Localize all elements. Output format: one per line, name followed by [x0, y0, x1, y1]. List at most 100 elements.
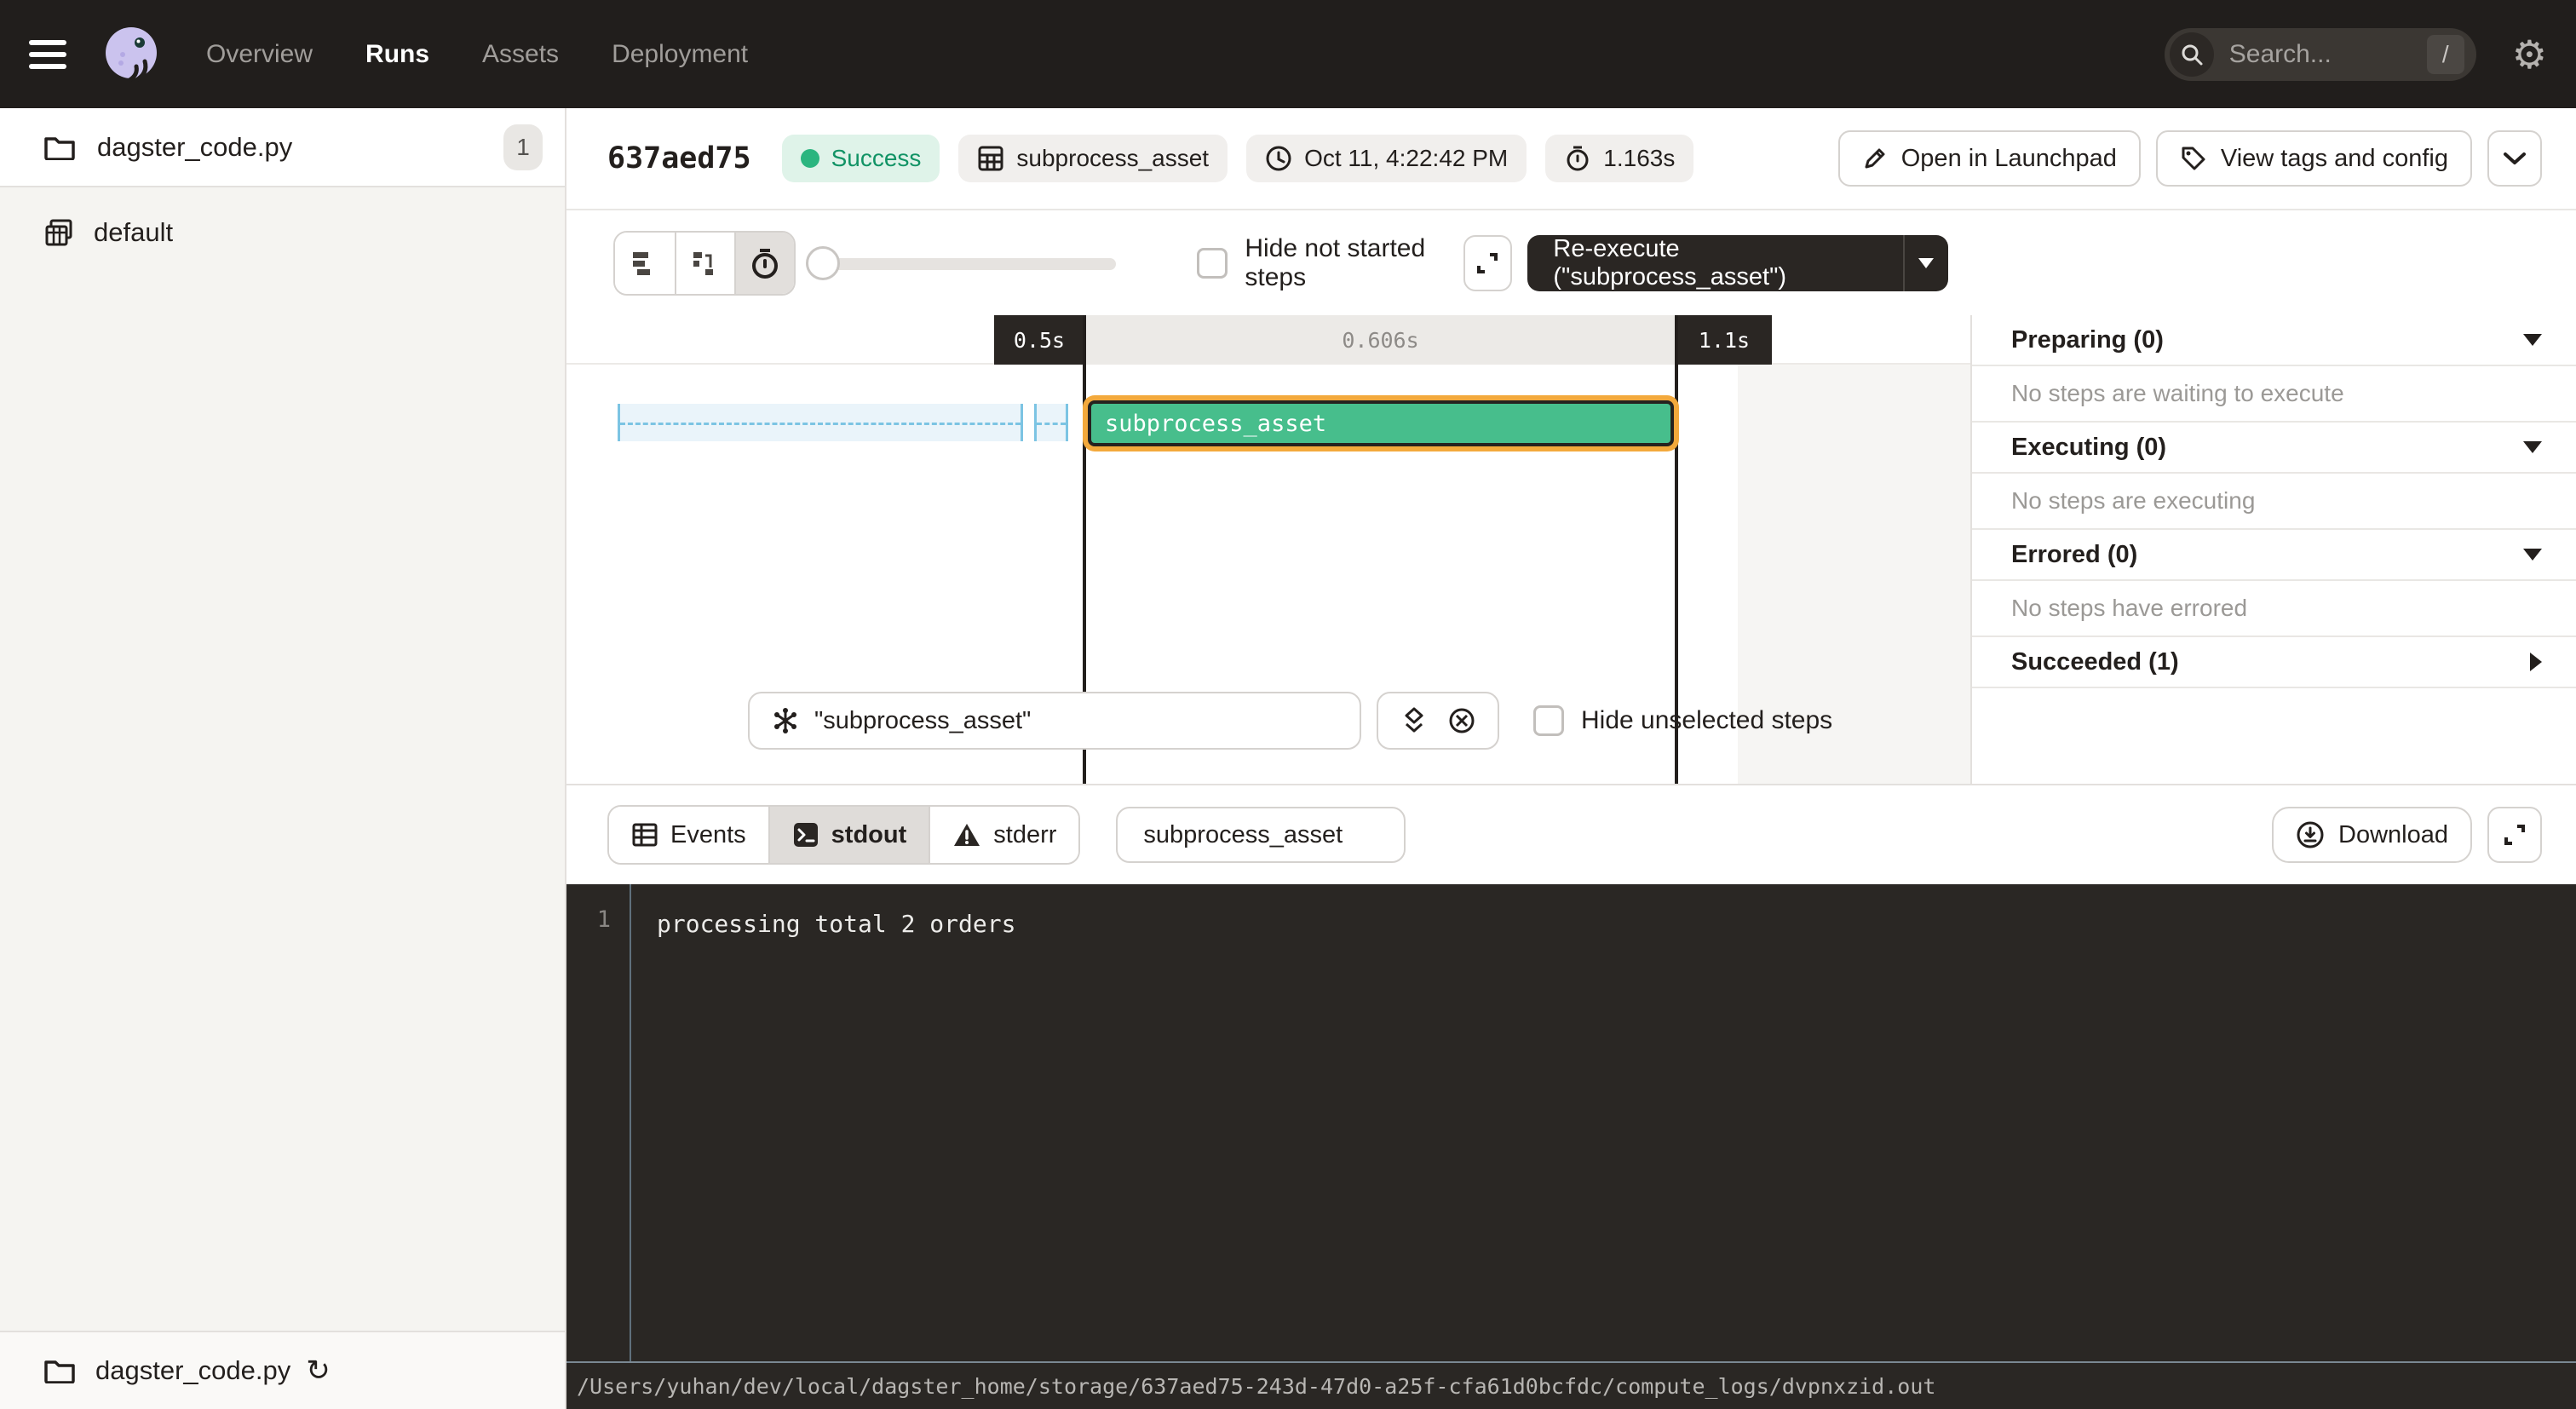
log-step-selector-value: subprocess_asset	[1143, 821, 1343, 849]
layers-icon[interactable]	[1394, 701, 1434, 740]
run-id: 637aed75	[607, 141, 751, 175]
tab-events-label: Events	[670, 821, 746, 849]
expand-icon	[2501, 821, 2528, 848]
chevron-down-icon	[2503, 151, 2527, 166]
timeline-duration-strip: 0.606s	[1084, 315, 1676, 365]
view-tags-config-button[interactable]: View tags and config	[2156, 130, 2472, 187]
view-tags-config-label: View tags and config	[2221, 145, 2448, 173]
section-title: Succeeded (1)	[2011, 648, 2530, 676]
collapse-header-button[interactable]	[2487, 130, 2542, 187]
log-fullscreen-button[interactable]	[2487, 807, 2542, 863]
slider-handle[interactable]	[806, 246, 840, 280]
duration-pill: 1.163s	[1545, 135, 1693, 182]
section-preparing-message: No steps are waiting to execute	[1972, 366, 2576, 423]
caret-down-icon	[1918, 258, 1934, 268]
search-input[interactable]: Search... /	[2165, 28, 2476, 81]
log-toolbar: Events stdout stderr	[566, 785, 2576, 884]
footer-file-label: dagster_code.py	[95, 1355, 290, 1386]
clear-filter-icon[interactable]	[1442, 701, 1481, 740]
line-number: 1	[566, 906, 630, 933]
tab-stdout[interactable]: stdout	[768, 807, 929, 863]
pencil-icon	[1862, 146, 1888, 171]
gantt-fullscreen-button[interactable]	[1463, 235, 1513, 291]
reexecute-dropdown-button[interactable]	[1903, 235, 1948, 291]
main-content: 637aed75 Success subprocess_asset Oct 11…	[566, 108, 2576, 1409]
waterfall-view-icon	[690, 249, 721, 278]
job-grid-icon	[44, 218, 73, 247]
log-gutter: 1	[566, 884, 631, 1361]
tag-icon	[2180, 145, 2207, 172]
download-button[interactable]: Download	[2272, 807, 2472, 863]
gear-icon[interactable]: ⚙	[2512, 35, 2547, 74]
caret-down-icon	[2523, 334, 2542, 346]
asset-tag-label: subprocess_asset	[1016, 145, 1209, 172]
section-executing[interactable]: Executing (0)	[1972, 423, 2576, 474]
hide-unselected-label: Hide unselected steps	[1581, 706, 1832, 735]
section-errored-message: No steps have errored	[1972, 581, 2576, 637]
log-viewer[interactable]: 1 processing total 2 orders	[566, 884, 2576, 1361]
timestamp-pill: Oct 11, 4:22:42 PM	[1246, 135, 1527, 182]
reload-icon[interactable]: ↻	[306, 1354, 331, 1388]
section-title: Errored (0)	[2011, 541, 2523, 569]
top-nav: Overview Runs Assets Deployment Search..…	[0, 0, 2576, 108]
steps-panel: Preparing (0) No steps are waiting to ex…	[1970, 315, 2576, 784]
log-tabs: Events stdout stderr	[607, 805, 1080, 865]
zoom-slider[interactable]	[806, 246, 1116, 280]
hide-unselected-checkbox[interactable]	[1533, 705, 1564, 736]
filter-actions	[1377, 692, 1499, 750]
flat-view-icon	[630, 249, 660, 278]
table-icon	[977, 145, 1004, 172]
section-succeeded[interactable]: Succeeded (1)	[1972, 637, 2576, 688]
menu-icon[interactable]	[29, 40, 66, 69]
waiting-span	[618, 404, 1023, 441]
gantt-chart: 0.606s 0.5s 1.1s subprocess_asset	[566, 315, 1970, 784]
tab-stdout-label: stdout	[831, 821, 907, 849]
timing-view-button[interactable]	[734, 233, 794, 294]
log-step-selector[interactable]: subprocess_asset	[1116, 807, 1406, 863]
section-preparing[interactable]: Preparing (0)	[1972, 315, 2576, 366]
warning-icon	[952, 822, 981, 848]
sidebar-footer: dagster_code.py ↻	[0, 1331, 565, 1409]
sidebar-repo-row[interactable]: dagster_code.py 1	[0, 108, 565, 187]
flat-view-button[interactable]	[615, 233, 675, 294]
download-icon	[2296, 820, 2325, 849]
repo-file-label: dagster_code.py	[97, 132, 503, 163]
waterfall-view-button[interactable]	[675, 233, 734, 294]
timeline-start-marker: 0.5s	[994, 315, 1084, 365]
nav-deployment[interactable]: Deployment	[612, 40, 748, 69]
sidebar-job-default[interactable]: default	[0, 199, 565, 266]
stopwatch-icon	[1564, 145, 1591, 172]
reexecute-button[interactable]: Re-execute ("subprocess_asset")	[1527, 235, 1948, 291]
op-selector-icon	[770, 705, 801, 736]
gantt-step-bar[interactable]: subprocess_asset	[1088, 400, 1674, 446]
run-header: 637aed75 Success subprocess_asset Oct 11…	[566, 108, 2576, 210]
section-message: No steps are waiting to execute	[2011, 380, 2542, 407]
open-in-launchpad-label: Open in Launchpad	[1901, 145, 2117, 173]
tab-stderr[interactable]: stderr	[929, 807, 1078, 863]
section-title: Executing (0)	[2011, 434, 2523, 462]
gantt-filter-row: "subprocess_asset" H	[748, 692, 1832, 750]
dagster-logo-icon[interactable]	[101, 24, 162, 85]
slider-track[interactable]	[806, 258, 1116, 270]
stopwatch-icon	[750, 248, 780, 279]
nav-overview[interactable]: Overview	[206, 40, 313, 69]
asset-tag[interactable]: subprocess_asset	[958, 135, 1228, 182]
search-shortcut-badge: /	[2427, 35, 2464, 74]
section-errored[interactable]: Errored (0)	[1972, 530, 2576, 581]
nav-runs[interactable]: Runs	[365, 40, 429, 69]
nav-assets[interactable]: Assets	[482, 40, 559, 69]
clock-icon	[1265, 145, 1292, 172]
caret-down-icon	[2523, 441, 2542, 453]
step-filter-input[interactable]: "subprocess_asset"	[748, 692, 1361, 750]
step-filter-value: "subprocess_asset"	[814, 707, 1031, 735]
section-message: No steps are executing	[2011, 487, 2542, 515]
gantt-view-toggle	[613, 231, 796, 296]
waiting-span	[1034, 404, 1068, 441]
section-message: No steps have errored	[2011, 595, 2542, 622]
hide-not-started-checkbox[interactable]	[1197, 248, 1228, 279]
gantt-toolbar: Hide not started steps Re-execute ("subp…	[566, 210, 1970, 315]
folder-icon	[44, 1358, 75, 1383]
open-in-launchpad-button[interactable]: Open in Launchpad	[1838, 130, 2141, 187]
tab-events[interactable]: Events	[609, 807, 768, 863]
download-label: Download	[2338, 821, 2448, 849]
